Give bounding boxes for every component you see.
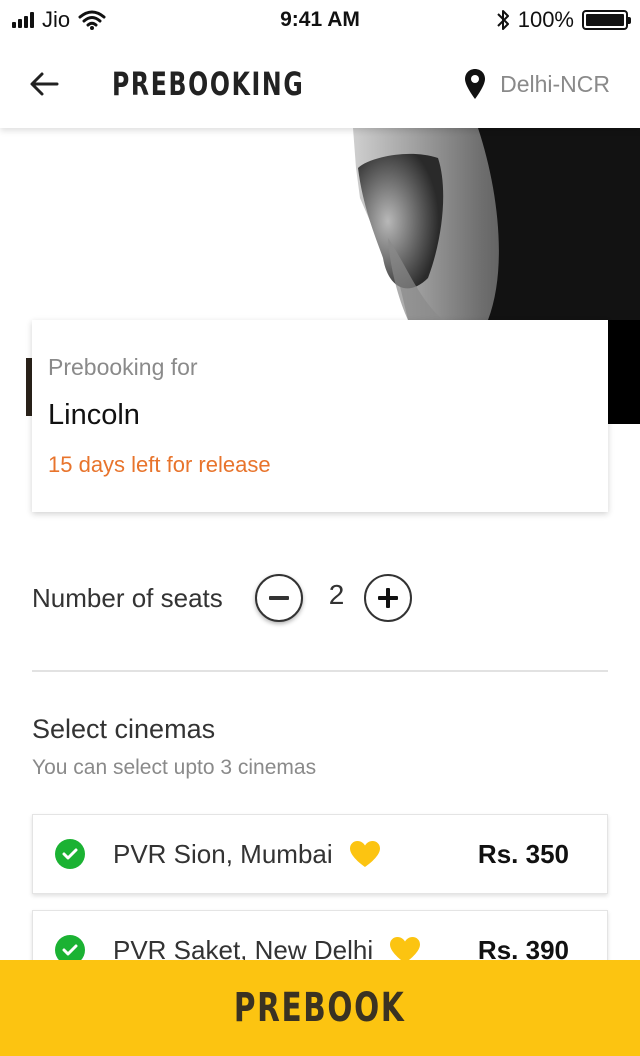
bluetooth-icon [497, 10, 509, 30]
location-selector[interactable]: Delhi-NCR [464, 40, 610, 128]
select-cinemas-subtitle: You can select upto 3 cinemas [32, 756, 317, 779]
movie-poster-image [348, 128, 640, 320]
cinema-price: Rs. 350 [477, 838, 569, 869]
movie-hero-image [0, 128, 640, 328]
movie-title: Lincoln [48, 399, 140, 431]
decrease-seats-button[interactable] [254, 574, 303, 622]
page-title: PREBOOKING [112, 65, 305, 103]
cinema-item[interactable]: PVR Sion, Mumbai Rs. 350 [32, 814, 608, 894]
back-button[interactable] [0, 40, 88, 128]
seat-count: 2 [328, 579, 345, 610]
movie-info-card: Prebooking for Lincoln 15 days left for … [32, 320, 608, 512]
wifi-icon [78, 10, 106, 30]
prebook-button-label: PREBOOK [234, 985, 406, 1031]
prebooking-for-label: Prebooking for [48, 354, 198, 380]
check-circle-icon [55, 839, 85, 869]
plus-icon [378, 588, 399, 608]
seats-stepper-row: Number of seats 2 [32, 570, 608, 626]
cinema-name: PVR Sion, Mumbai [113, 838, 333, 869]
minus-icon [268, 596, 289, 600]
carrier-name: Jio [42, 7, 71, 32]
arrow-left-icon [30, 72, 59, 96]
location-label: Delhi-NCR [500, 70, 610, 97]
seats-label: Number of seats [32, 582, 223, 613]
poster-edge [607, 320, 640, 424]
increase-seats-button[interactable] [364, 574, 413, 622]
status-left: Jio [12, 7, 106, 33]
divider [32, 670, 608, 672]
release-countdown: 15 days left for release [48, 452, 271, 477]
battery-icon [582, 10, 631, 30]
heart-icon[interactable] [349, 840, 381, 868]
signal-icon [12, 12, 34, 28]
status-bar: Jio 9:41 AM 100% [0, 0, 640, 40]
battery-percent: 100% [517, 7, 574, 32]
select-cinemas-title: Select cinemas [32, 714, 216, 744]
map-pin-icon [465, 69, 486, 99]
prebook-button[interactable]: PREBOOK [0, 960, 640, 1056]
app-header: PREBOOKING Delhi-NCR [0, 40, 640, 128]
status-right: 100% [496, 7, 631, 33]
